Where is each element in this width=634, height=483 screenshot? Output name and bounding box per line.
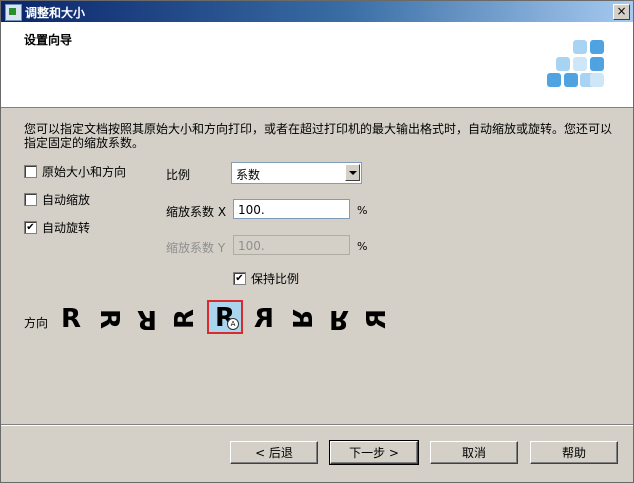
- cancel-button[interactable]: 取消: [430, 441, 518, 464]
- factor-y-label: 缩放系数 Y: [166, 241, 226, 255]
- wizard-header: 设置向导: [1, 22, 633, 108]
- orientation-option-9[interactable]: R: [361, 304, 393, 334]
- orientation-option-4[interactable]: R: [169, 304, 201, 334]
- option-auto-scale[interactable]: 自动缩放: [24, 191, 90, 208]
- title-bar[interactable]: 调整和大小 ×: [1, 1, 633, 22]
- scale-select[interactable]: 系数: [231, 162, 362, 184]
- orientation-option-5-selected[interactable]: RA: [207, 300, 243, 334]
- factor-x-label: 缩放系数 X: [166, 205, 227, 219]
- help-button[interactable]: 帮助: [530, 441, 618, 464]
- description-text: 您可以指定文档按照其原始大小和方向打印，或者在超过打印机的最大输出格式时，自动缩…: [24, 122, 613, 150]
- option-auto-rotate[interactable]: ✔ 自动旋转: [24, 219, 90, 236]
- dialog-window: 调整和大小 × 设置向导 您可以指定文档按照其原始大小和方向打印，或者在超过打印…: [0, 0, 634, 483]
- checkbox-keep-ratio[interactable]: ✔: [233, 272, 246, 285]
- wizard-logo-icon: [547, 40, 607, 110]
- checkbox-original-size[interactable]: [24, 165, 37, 178]
- keep-ratio-label: 保持比例: [251, 272, 300, 286]
- footer-divider: [1, 424, 633, 426]
- keep-ratio-option[interactable]: ✔ 保持比例: [233, 270, 299, 287]
- orientation-option-7[interactable]: R: [285, 304, 317, 334]
- factor-x-input[interactable]: 100.: [233, 199, 350, 219]
- orientation-option-2[interactable]: R: [93, 304, 125, 334]
- next-button[interactable]: 下一步 >: [329, 440, 419, 465]
- orientation-option-1[interactable]: R: [56, 303, 86, 335]
- orientation-option-6[interactable]: R: [249, 303, 279, 335]
- wizard-body: 您可以指定文档按照其原始大小和方向打印，或者在超过打印机的最大输出格式时，自动缩…: [1, 108, 633, 483]
- option-auto-scale-label: 自动缩放: [42, 193, 91, 207]
- window-title: 调整和大小: [25, 6, 86, 20]
- checkbox-auto-scale[interactable]: [24, 193, 37, 206]
- option-original-size[interactable]: 原始大小和方向: [24, 163, 126, 180]
- auto-badge-icon: A: [227, 318, 239, 330]
- factor-x-unit: %: [357, 204, 368, 217]
- factor-y-input[interactable]: 100.: [233, 235, 350, 255]
- option-auto-rotate-label: 自动旋转: [42, 221, 91, 235]
- checkbox-auto-rotate[interactable]: ✔: [24, 221, 37, 234]
- orientation-label: 方向: [24, 316, 49, 330]
- option-original-size-label: 原始大小和方向: [42, 165, 127, 179]
- close-button[interactable]: ×: [613, 4, 630, 20]
- chevron-down-icon[interactable]: [345, 164, 360, 181]
- factor-y-unit: %: [357, 240, 368, 253]
- orientation-option-3[interactable]: R: [132, 303, 162, 335]
- back-button[interactable]: < 后退: [230, 441, 318, 464]
- app-icon: [5, 4, 22, 21]
- wizard-title: 设置向导: [24, 33, 73, 47]
- orientation-option-8[interactable]: R: [324, 303, 354, 335]
- scale-select-value: 系数: [236, 168, 261, 182]
- scale-label: 比例: [166, 168, 191, 182]
